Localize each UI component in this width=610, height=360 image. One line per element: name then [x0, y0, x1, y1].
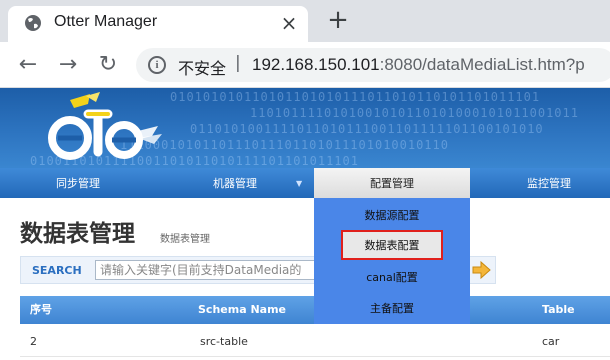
- url-separator: |: [235, 53, 241, 73]
- url-text[interactable]: 192.168.150.101:8080/dataMediaList.htm?p: [252, 55, 585, 75]
- back-arrow-icon[interactable]: ←: [14, 51, 42, 79]
- arrow-right-icon[interactable]: [471, 261, 491, 279]
- address-bar[interactable]: i 不安全 | 192.168.150.101:8080/dataMediaLi…: [136, 48, 610, 82]
- menu-item-primary-backup-config[interactable]: 主备配置: [314, 293, 470, 323]
- site-banner: 0101010101101011010101110110101101011010…: [0, 88, 610, 168]
- chevron-down-icon: ▼: [296, 179, 303, 188]
- nav-item-monitor[interactable]: 监控管理: [470, 168, 610, 198]
- reload-icon[interactable]: ↻: [94, 51, 122, 79]
- binary-text: 1101011110101001010110101000101011001011: [250, 106, 579, 120]
- main-nav: 同步管理 机器管理 ▼ 配置管理 监控管理: [0, 168, 610, 198]
- config-dropdown-menu: 数据源配置 数据表配置 canal配置 主备配置: [314, 198, 470, 324]
- info-icon[interactable]: i: [148, 56, 166, 74]
- browser-tab-strip: Otter Manager × +: [0, 0, 610, 42]
- globe-icon: [25, 15, 41, 31]
- table-row[interactable]: 2 src-table car: [20, 324, 610, 357]
- cell-schema-name: src-table: [200, 335, 248, 348]
- menu-item-canal-config[interactable]: canal配置: [314, 262, 470, 292]
- search-label: SEARCH: [32, 264, 82, 277]
- column-header-index: 序号: [30, 303, 52, 316]
- column-header-table: Table Name: [542, 303, 578, 344]
- page-subtitle: 数据表管理: [160, 234, 210, 245]
- column-header-schema: Schema Name: [198, 303, 286, 316]
- page-title: 数据表管理: [20, 221, 135, 247]
- browser-toolbar: ← → ↻ i 不安全 | 192.168.150.101:8080/dataM…: [0, 42, 610, 88]
- url-host: 192.168.150.101: [252, 55, 380, 74]
- new-tab-icon[interactable]: +: [326, 7, 350, 33]
- nav-item-sync[interactable]: 同步管理: [0, 168, 156, 198]
- close-tab-icon[interactable]: ×: [278, 12, 300, 34]
- cell-table-name: car: [542, 335, 560, 348]
- nav-item-machine[interactable]: 机器管理: [156, 168, 314, 198]
- binary-text: 0110101001111011010111001101111101100101…: [190, 122, 544, 136]
- otter-logo-icon: [48, 92, 162, 160]
- binary-text: 0101010101101011010101110110101101011010…: [170, 90, 541, 104]
- security-label[interactable]: 不安全: [178, 55, 226, 79]
- forward-arrow-icon[interactable]: →: [54, 51, 82, 79]
- browser-tab[interactable]: Otter Manager ×: [8, 6, 308, 42]
- url-path: :8080/dataMediaList.htm?p: [379, 55, 585, 74]
- nav-item-config[interactable]: 配置管理: [314, 168, 470, 198]
- menu-item-datatable-config[interactable]: 数据表配置: [341, 230, 443, 260]
- cell-index: 2: [30, 335, 37, 348]
- tab-title: Otter Manager: [54, 13, 158, 30]
- menu-item-datasource-config[interactable]: 数据源配置: [314, 200, 470, 230]
